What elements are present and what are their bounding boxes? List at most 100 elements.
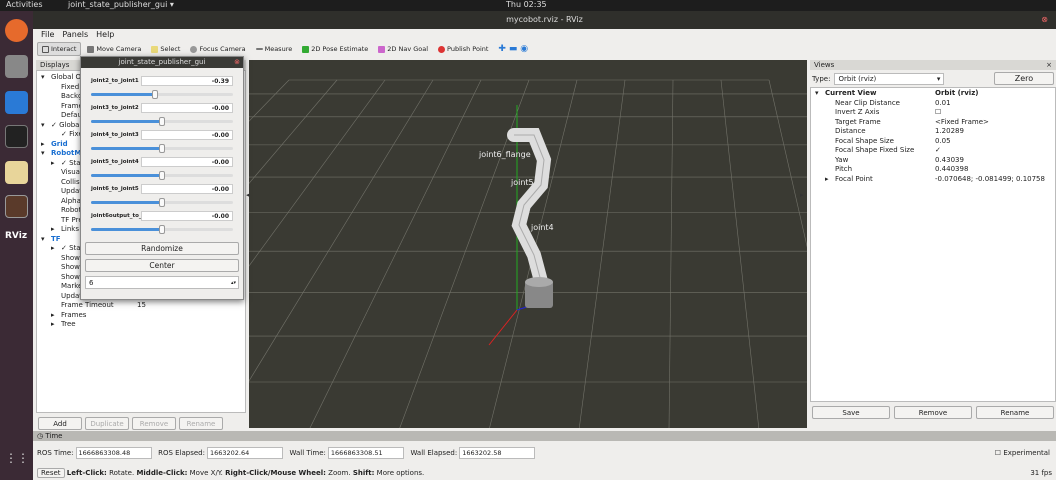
menu-panels[interactable]: Panels <box>62 30 88 39</box>
experimental-checkbox[interactable]: ☐ Experimental <box>995 449 1050 457</box>
joint-value-field[interactable]: -0.00 <box>141 130 233 140</box>
tool-label: Focus Camera <box>199 45 246 53</box>
menu-file[interactable]: File <box>41 30 54 39</box>
view-property-row[interactable]: ▸ Focal Point -0.070648; -0.081499; 0.1075… <box>811 175 1055 185</box>
add-tool-button[interactable]: ✚ ▬ ◉ <box>494 42 532 56</box>
joint-slider[interactable] <box>91 117 233 126</box>
rename-view-button[interactable]: Rename <box>976 406 1054 419</box>
hint: More options. <box>374 469 425 477</box>
files-icon[interactable] <box>5 55 28 78</box>
joint-value-field[interactable]: -0.00 <box>141 157 233 167</box>
experimental-label: Experimental <box>1003 449 1050 457</box>
collapse-right-handle[interactable]: ▸ <box>800 191 804 199</box>
view-property-row[interactable]: Yaw 0.43039 <box>811 156 1055 166</box>
tool-label: 2D Nav Goal <box>387 45 429 53</box>
popup-titlebar[interactable]: joint_state_publisher_gui ⊗ <box>81 57 243 68</box>
joint-value-field[interactable]: -0.00 <box>141 184 233 194</box>
view-property-row[interactable]: Pitch 0.440398 <box>811 165 1055 175</box>
rviz-icon[interactable]: RViz <box>5 231 28 254</box>
joint-value-field[interactable]: -0.39 <box>141 76 233 86</box>
property-label: Current View <box>825 89 877 97</box>
property-value: -0.070648; -0.081499; 0.10758 <box>935 174 1045 183</box>
tool-select[interactable]: Select <box>147 43 184 55</box>
zero-button[interactable]: Zero <box>994 72 1054 85</box>
duplicate-display-button[interactable]: Duplicate <box>85 417 129 430</box>
activities-button[interactable]: Activities <box>6 0 43 9</box>
joint-slider[interactable] <box>91 198 233 207</box>
view-property-row[interactable]: ▾ Current View Orbit (rviz) <box>811 89 1055 99</box>
clock[interactable]: Thu 02:35 <box>506 0 547 9</box>
randomize-button[interactable]: Randomize <box>85 242 239 255</box>
joint-slider[interactable] <box>91 90 233 99</box>
3d-viewport[interactable]: joint6_flange joint5 joint4 <box>0 60 1056 431</box>
view-property-row[interactable]: Near Clip Distance 0.01 <box>811 99 1055 109</box>
hint: Zoom. <box>325 469 353 477</box>
add-display-button[interactable]: Add <box>38 417 82 430</box>
close-icon[interactable]: × <box>1046 60 1052 70</box>
close-icon[interactable]: ⊗ <box>234 57 240 68</box>
display-row[interactable]: ▸ Frames <box>37 311 245 321</box>
collapse-left-handle[interactable]: ◂ <box>246 191 250 199</box>
grid-line <box>578 79 626 431</box>
wall-time-field[interactable]: 1666863308.51 <box>327 447 404 459</box>
joint-count-spinbox[interactable]: 6 ▴▾ <box>85 276 239 289</box>
tool-measure[interactable]: Measure <box>252 43 297 55</box>
joint-label: joint4_to_joint3 <box>91 132 139 138</box>
remove-view-button[interactable]: Remove <box>894 406 972 419</box>
view-type-select[interactable]: Orbit (rviz) ▾ <box>834 72 945 85</box>
ros-time-field[interactable]: 1666863308.48 <box>75 447 152 459</box>
dock: RViz ⋮⋮ <box>0 11 33 480</box>
view-property-row[interactable]: Invert Z Axis ☐ <box>811 108 1055 118</box>
view-property-row[interactable]: Target Frame <Fixed Frame> <box>811 118 1055 128</box>
remove-display-button[interactable]: Remove <box>132 417 176 430</box>
display-row[interactable]: ▸ Tree <box>37 320 245 330</box>
property-label: Near Clip Distance <box>835 98 900 107</box>
joint-state-publisher-window: joint_state_publisher_gui ⊗ joint2_to_joi… <box>80 56 244 300</box>
tool-2d-pose-estimate[interactable]: 2D Pose Estimate <box>298 43 372 55</box>
hint: Left-Click: <box>66 469 107 477</box>
property-label: Pitch <box>835 165 853 173</box>
joint-slider[interactable] <box>91 225 233 234</box>
hint: Right-Click/Mouse Wheel: <box>225 469 326 477</box>
display-row[interactable]: Frame Timeout 15 <box>37 301 245 311</box>
grid-line <box>128 79 386 431</box>
menu-help[interactable]: Help <box>96 30 114 39</box>
rviz-window: mycobot.rviz - RViz ⊗ File Panels Help Inte… <box>0 11 1056 480</box>
joint-slider[interactable] <box>91 144 233 153</box>
close-icon[interactable]: ⊗ <box>1041 11 1048 29</box>
joint-value-field[interactable]: -0.00 <box>141 211 233 221</box>
joint-slider[interactable] <box>91 171 233 180</box>
view-property-row[interactable]: Focal Shape Fixed Size ✓ <box>811 146 1055 156</box>
joint-value-field[interactable]: -0.00 <box>141 103 233 113</box>
tool-interact[interactable]: Interact <box>37 42 82 56</box>
tool-focus-camera[interactable]: Focus Camera <box>186 43 249 55</box>
property-label: Distance <box>835 127 866 135</box>
ros-elapsed-field[interactable]: 1663202.64 <box>206 447 283 459</box>
text-editor-icon[interactable] <box>5 161 28 184</box>
firefox-icon[interactable] <box>5 19 28 42</box>
frame-label: joint5 <box>510 178 534 187</box>
view-property-row[interactable]: Distance 1.20289 <box>811 127 1055 137</box>
terminal-icon[interactable] <box>5 125 28 148</box>
save-view-button[interactable]: Save <box>812 406 890 419</box>
views-header: Views × <box>810 60 1056 70</box>
app-menu[interactable]: joint_state_publisher_gui ▾ <box>68 0 174 9</box>
tool-2d-nav-goal[interactable]: 2D Nav Goal <box>374 43 432 55</box>
app-grid-icon[interactable]: ⋮⋮ <box>5 451 29 474</box>
property-value: ✓ <box>935 146 941 154</box>
tool-publish-point[interactable]: Publish Point <box>434 43 492 55</box>
hand-icon <box>42 45 49 53</box>
views-tree: ▾ Current View Orbit (rviz) Near Clip Dista… <box>810 87 1056 402</box>
reset-button[interactable]: Reset <box>37 468 65 478</box>
joint-label: joint6_to_joint5 <box>91 186 139 192</box>
joint-label: joint3_to_joint2 <box>91 105 139 111</box>
tool-label: 2D Pose Estimate <box>311 45 369 53</box>
rviz-window-icon[interactable] <box>5 195 28 218</box>
center-button[interactable]: Center <box>85 259 239 272</box>
tool-move-camera[interactable]: Move Camera <box>83 43 145 55</box>
view-property-row[interactable]: Focal Shape Size 0.05 <box>811 137 1055 147</box>
wall-elapsed-field[interactable]: 1663202.58 <box>459 447 536 459</box>
vscode-icon[interactable] <box>5 91 28 114</box>
rename-display-button[interactable]: Rename <box>179 417 223 430</box>
row-label: Tree <box>61 320 76 328</box>
